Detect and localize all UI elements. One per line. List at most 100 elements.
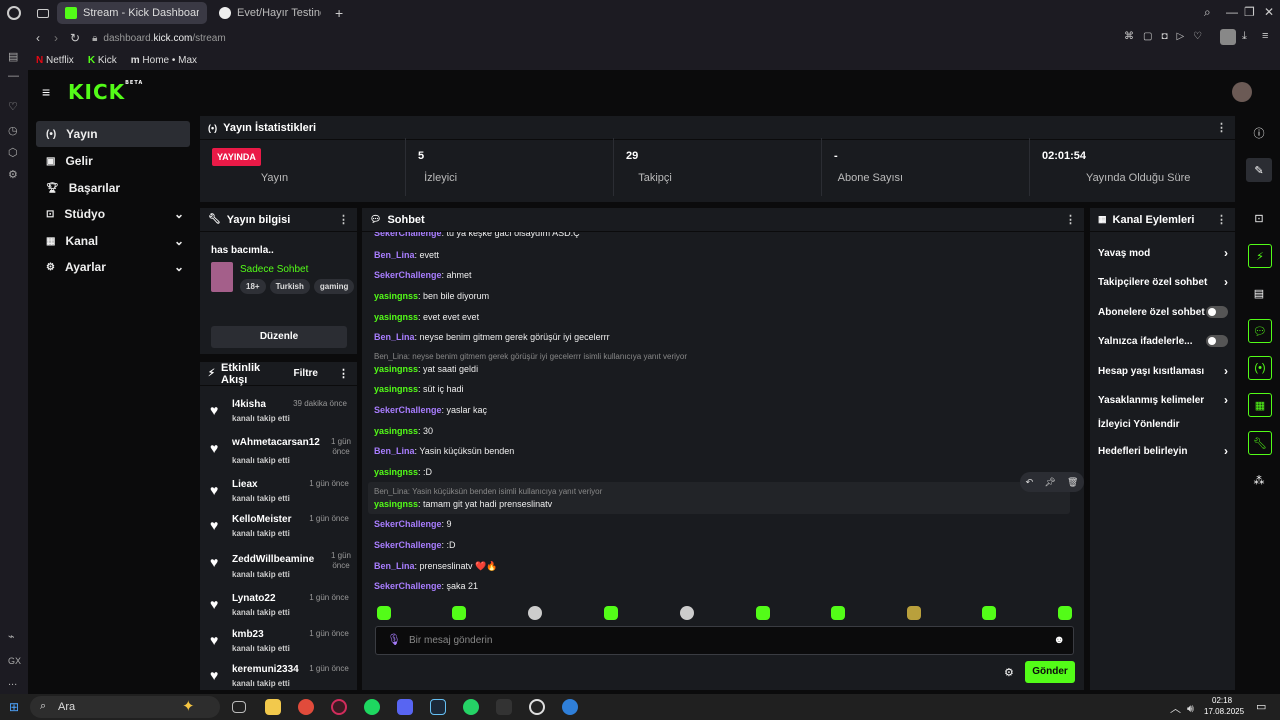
action-goals[interactable]: Hedefleri belirleyin ›: [1098, 444, 1228, 458]
channel-actions-icon[interactable]: ▦: [1248, 393, 1272, 417]
chat-username[interactable]: yasingnss: [374, 384, 418, 394]
opera-logo-icon[interactable]: [7, 6, 21, 20]
chat-username[interactable]: SekerChallenge: [374, 405, 442, 415]
chat-username[interactable]: yasingnss: [374, 426, 418, 436]
emote-icon[interactable]: [982, 606, 996, 620]
emote-icon[interactable]: [528, 606, 542, 620]
nav-kanal[interactable]: ▦ Kanal ⌄: [36, 228, 190, 254]
emote-icon[interactable]: [831, 606, 845, 620]
info-icon[interactable]: ⓘ: [1246, 121, 1272, 145]
action-raid[interactable]: İzleyici Yönlendir: [1098, 419, 1228, 430]
share-icon[interactable]: ⁂: [1246, 468, 1272, 492]
nav-ayarlar[interactable]: ⚙ Ayarlar ⌄: [36, 254, 190, 280]
hamburger-menu-icon[interactable]: ≡: [42, 84, 50, 100]
category-name[interactable]: Sadece Sohbet: [240, 264, 308, 275]
send-button[interactable]: Gönder: [1025, 661, 1075, 683]
bolt-icon[interactable]: ⚡︎: [1248, 244, 1272, 268]
filter-button[interactable]: Filtre: [294, 368, 318, 379]
chat-username[interactable]: yasingnss: [374, 499, 418, 509]
steam-icon[interactable]: [430, 699, 446, 715]
emotes-only-toggle[interactable]: [1206, 335, 1228, 347]
edit-button[interactable]: Düzenle: [211, 326, 347, 348]
emote-icon[interactable]: [680, 606, 694, 620]
workspaces-icon[interactable]: ▤: [8, 50, 18, 63]
chat-bubble-icon[interactable]: 💬︎: [1248, 319, 1272, 343]
chrome-icon[interactable]: [298, 699, 314, 715]
chat-username[interactable]: SekerChallenge: [374, 519, 442, 529]
kick-logo[interactable]: KICKBETA: [68, 80, 143, 104]
reply-icon[interactable]: ↶: [1026, 477, 1034, 488]
history-icon[interactable]: ◷: [8, 124, 18, 137]
chat-username[interactable]: SekerChallenge: [374, 581, 442, 591]
action-slow-mode[interactable]: Yavaş mod ›: [1098, 246, 1228, 260]
emote-icon[interactable]: [907, 606, 921, 620]
nav-studyo[interactable]: ⊡ Stüdyo ⌄: [36, 201, 190, 227]
url-field[interactable]: dashboard.kick.com/stream: [103, 33, 225, 44]
tag[interactable]: Turkish: [269, 279, 310, 294]
chat-username[interactable]: Ben_Lina: [374, 332, 415, 342]
action-followers-only[interactable]: Takipçilere özel sohbet ›: [1098, 275, 1228, 289]
broadcast-icon[interactable]: (•): [1248, 356, 1272, 380]
chat-username[interactable]: yasingnss: [374, 312, 418, 322]
bookmark-kick[interactable]: K Kick: [88, 55, 117, 66]
extensions-icon[interactable]: ⬡: [8, 146, 18, 159]
nav-yayin[interactable]: (•) Yayın: [36, 121, 190, 147]
chat-username[interactable]: Ben_Lina: [374, 250, 415, 260]
nav-gelir[interactable]: ▣ Gelir: [36, 148, 190, 174]
emote-icon[interactable]: [756, 606, 770, 620]
notification-icon[interactable]: ▭: [1256, 700, 1266, 713]
emote-icon[interactable]: [452, 606, 466, 620]
chat-username[interactable]: Ben_Lina: [374, 446, 415, 456]
epic-games-icon[interactable]: [496, 699, 512, 715]
more-options-icon[interactable]: ⋮: [1216, 213, 1227, 226]
pin-icon[interactable]: 📌︎: [1044, 477, 1055, 488]
subscribers-only-toggle[interactable]: [1206, 306, 1228, 318]
maximize-icon[interactable]: ❐: [1244, 5, 1255, 19]
forward-icon[interactable]: ›: [54, 31, 58, 45]
action-account-age[interactable]: Hesap yaşı kısıtlaması ›: [1098, 364, 1228, 378]
document-icon[interactable]: ▤: [1246, 281, 1272, 305]
chat-username[interactable]: yasingnss: [374, 467, 418, 477]
minimize-icon[interactable]: —: [1226, 5, 1238, 19]
opera-gx-icon[interactable]: [331, 699, 347, 715]
reload-icon[interactable]: ↻: [70, 31, 80, 45]
user-avatar[interactable]: [1232, 82, 1252, 102]
more-options-icon[interactable]: ⋮: [1216, 121, 1227, 134]
chat-username[interactable]: Ben_Lina: [374, 561, 415, 571]
chat-username[interactable]: yasingnss: [374, 364, 418, 374]
whatsapp-icon[interactable]: [463, 699, 479, 715]
bookmark-netflix[interactable]: N Netflix: [36, 55, 74, 66]
windows-start-icon[interactable]: ⊞: [9, 700, 19, 714]
emote-icon[interactable]: [604, 606, 618, 620]
task-view-icon[interactable]: [232, 701, 246, 713]
chat-input-box[interactable]: 🎙︎ Bir mesaj gönderin ☻: [375, 626, 1074, 655]
new-tab-icon[interactable]: +: [335, 5, 343, 21]
more-icon[interactable]: ...: [8, 676, 17, 688]
more-options-icon[interactable]: ⋮: [1065, 213, 1076, 226]
chat-username[interactable]: yasingnss: [374, 291, 418, 301]
more-options-icon[interactable]: ⋮: [338, 367, 349, 380]
tag[interactable]: gaming: [313, 279, 355, 294]
menu-icon[interactable]: ≡: [1262, 30, 1268, 42]
category-thumbnail[interactable]: [211, 262, 233, 292]
performance-icon[interactable]: ⌁: [8, 630, 15, 643]
message-input[interactable]: Bir mesaj gönderin: [409, 635, 492, 646]
edit-layout-icon[interactable]: ✎: [1246, 158, 1272, 182]
settings-icon[interactable]: ⚙: [8, 168, 18, 181]
back-icon[interactable]: ‹: [36, 31, 40, 45]
search-tabs-icon[interactable]: ⌕: [1204, 5, 1211, 20]
download-icon[interactable]: ⤓: [1242, 30, 1247, 43]
more-options-icon[interactable]: ⋮: [338, 213, 349, 226]
action-banned-words[interactable]: Yasaklanmış kelimeler ›: [1098, 393, 1228, 407]
discord-icon[interactable]: [397, 699, 413, 715]
obs-icon[interactable]: [529, 699, 545, 715]
capture-icon[interactable]: ⊡: [1246, 206, 1272, 230]
bookmark-max[interactable]: m Home • Max: [131, 55, 197, 66]
taskbar-search[interactable]: ⌕ Ara ✦: [30, 696, 220, 718]
file-explorer-icon[interactable]: [265, 699, 281, 715]
tab-kick-dashboard[interactable]: Stream - Kick Dashboard: [57, 2, 207, 24]
spotify-icon[interactable]: [364, 699, 380, 715]
nav-basarilar[interactable]: 🏆︎ Başarılar: [36, 175, 190, 201]
delete-icon[interactable]: 🗑︎: [1067, 477, 1078, 488]
heart-icon[interactable]: ♡: [8, 100, 18, 113]
